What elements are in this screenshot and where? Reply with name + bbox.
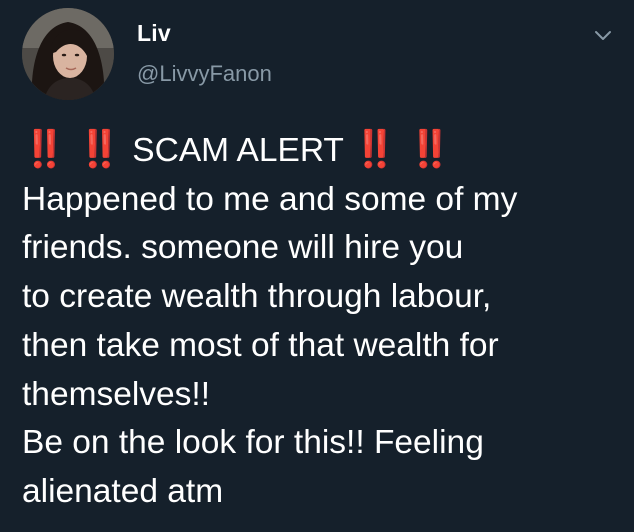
- tweet-text-line: themselves!!: [22, 375, 211, 413]
- tweet-text-line: then take most of that wealth for: [22, 326, 499, 364]
- double-exclamation-emoji: ‼️: [22, 128, 68, 169]
- double-exclamation-emoji: ‼️: [77, 128, 123, 169]
- user-handle[interactable]: @LivvyFanon: [137, 61, 272, 87]
- tweet-text-line: Be on the look for this!! Feeling: [22, 424, 484, 462]
- profile-photo-icon: [22, 8, 114, 100]
- double-exclamation-emoji: ‼️: [352, 128, 399, 169]
- alert-line: ‼️ ‼️ SCAM ALERT ‼️ ‼️: [22, 125, 622, 176]
- tweet-text: ‼️ ‼️ SCAM ALERT ‼️ ‼️ Happened to me an…: [22, 125, 622, 517]
- tweet-menu-button[interactable]: [590, 24, 616, 46]
- chevron-down-icon: [595, 31, 611, 40]
- tweet-card: Liv @LivvyFanon ‼️ ‼️ SCAM ALERT ‼️ ‼️ H…: [0, 0, 634, 532]
- tweet-text-line: to create wealth through labour,: [22, 278, 492, 316]
- tweet-text-line: Happened to me and some of my: [22, 180, 518, 218]
- tweet-text-line: alienated atm: [22, 472, 224, 510]
- avatar[interactable]: [22, 8, 114, 100]
- double-exclamation-emoji: ‼️: [407, 128, 454, 169]
- alert-label: SCAM ALERT: [132, 132, 344, 169]
- display-name[interactable]: Liv: [137, 20, 171, 47]
- tweet-text-line: friends. someone will hire you: [22, 229, 464, 267]
